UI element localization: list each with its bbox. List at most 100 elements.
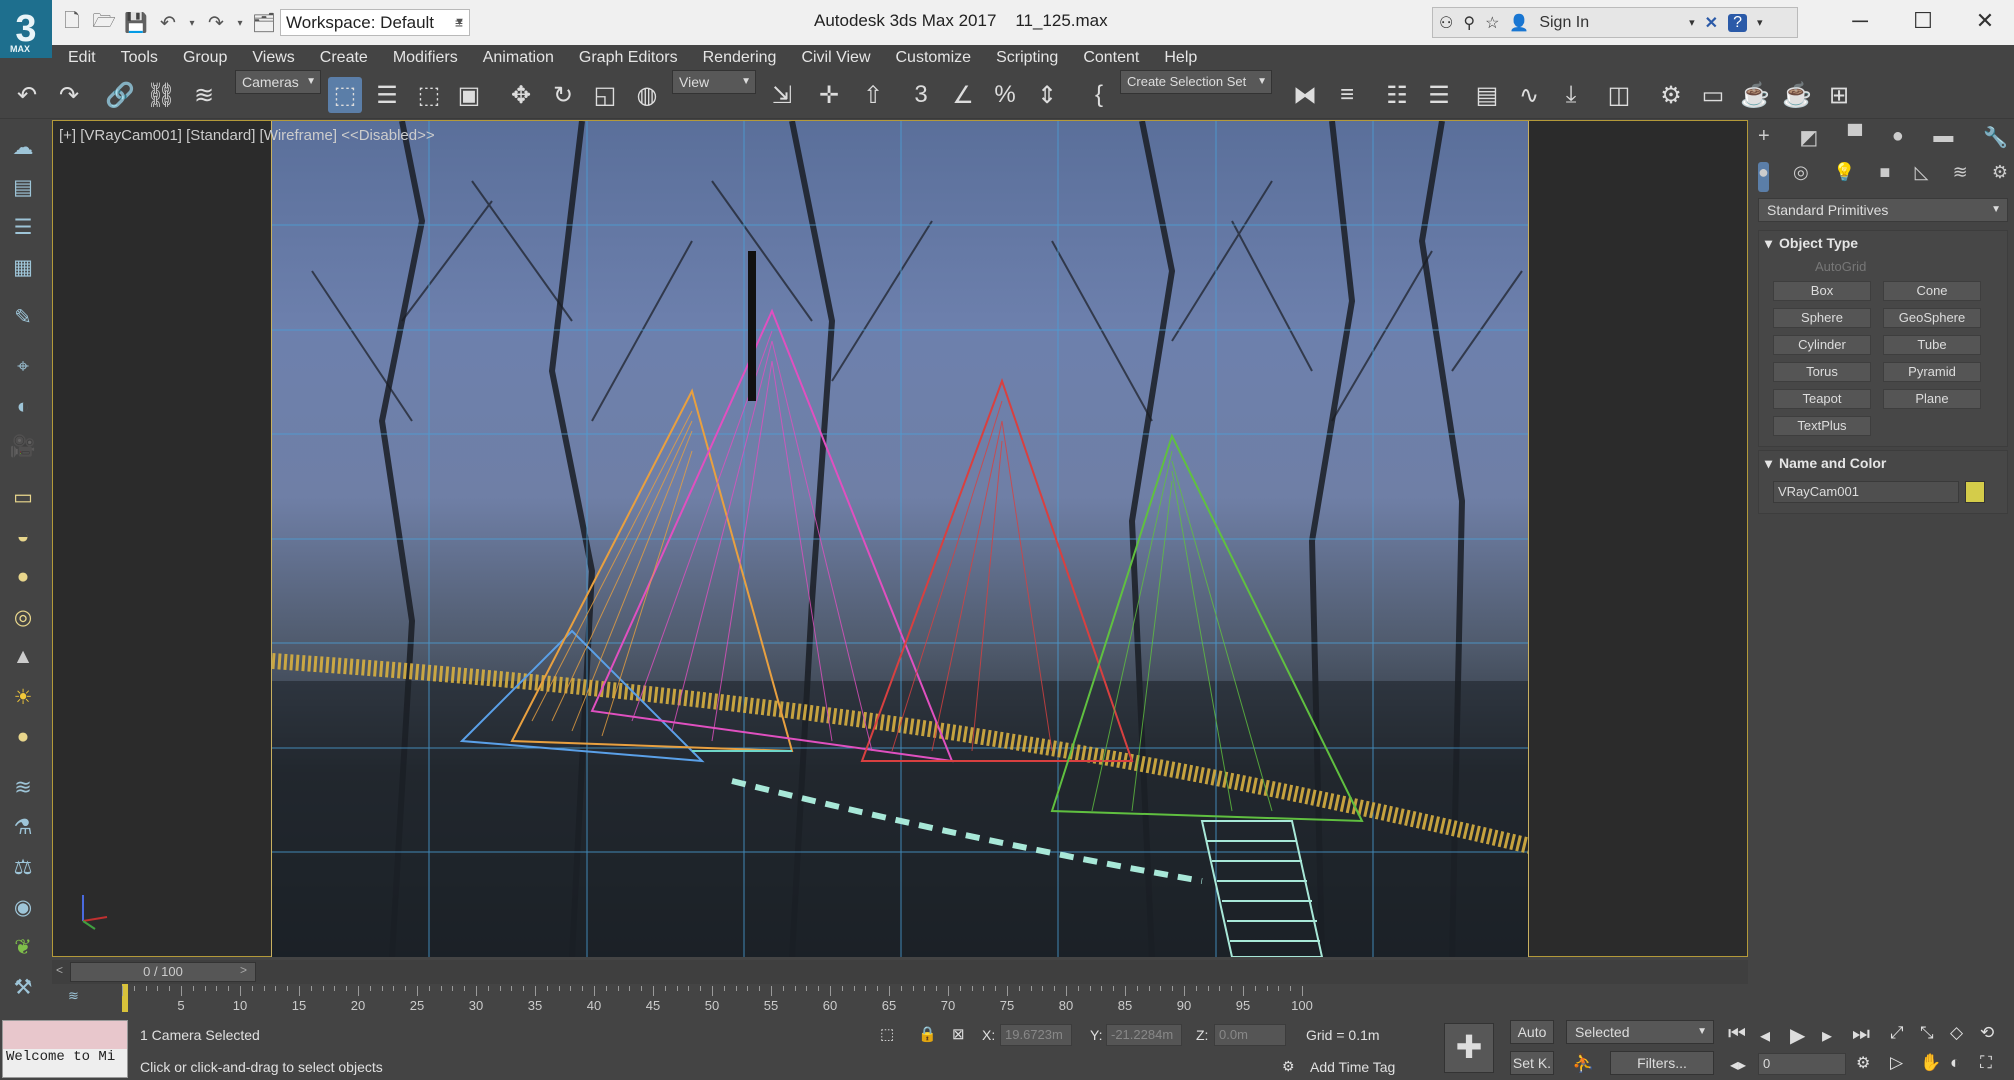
reference-coord-dropdown[interactable]: View ▼: [672, 70, 756, 94]
menu-rendering[interactable]: Rendering: [703, 49, 777, 67]
create-tab-icon[interactable]: +: [1758, 125, 1770, 155]
maxscript-listener[interactable]: Welcome to Mi: [2, 1020, 128, 1078]
next-frame-icon[interactable]: >: [240, 963, 247, 977]
helpers-icon[interactable]: ◺: [1915, 162, 1929, 192]
add-time-tag[interactable]: Add Time Tag: [1310, 1059, 1395, 1075]
scene-explorer-icon[interactable]: ☁: [8, 132, 38, 162]
menu-animation[interactable]: Animation: [483, 49, 554, 67]
zoom-all-icon[interactable]: ⤡: [1920, 1023, 1934, 1043]
key-mode-dropdown[interactable]: Selected ▼: [1566, 1020, 1714, 1044]
communication-icon[interactable]: ⚲: [1463, 13, 1475, 33]
absolute-mode-icon[interactable]: ⊠: [952, 1025, 965, 1043]
exchange-apps-icon[interactable]: ✕: [1705, 13, 1718, 33]
render-production-icon[interactable]: ☕: [1738, 77, 1772, 113]
placement-icon[interactable]: ◍: [630, 77, 664, 113]
teapot-button[interactable]: Teapot: [1773, 389, 1871, 409]
material-editor-icon[interactable]: ◫: [1602, 77, 1636, 113]
lights-icon[interactable]: 💡: [1833, 162, 1855, 192]
render-activeshade-icon[interactable]: ☕: [1780, 77, 1814, 113]
display-tab-icon[interactable]: ▬: [1933, 125, 1953, 155]
align-icon[interactable]: ≡: [1330, 77, 1364, 113]
close-button[interactable]: ✕: [1955, 2, 2014, 40]
autogrid-checkbox[interactable]: AutoGrid: [1759, 255, 2007, 279]
zoom-extents-icon[interactable]: ⤢: [1890, 1023, 1904, 1043]
previous-key-icon[interactable]: ◂: [1760, 1023, 1770, 1048]
current-frame-field[interactable]: 0: [1758, 1053, 1846, 1075]
redo-icon[interactable]: ↷: [202, 9, 230, 37]
utilities-tab-icon[interactable]: 🔧: [1983, 125, 2008, 155]
open-file-icon[interactable]: 🗁: [90, 9, 118, 37]
previous-frame-icon[interactable]: <: [56, 963, 63, 977]
maxscript-mini-input[interactable]: [3, 1021, 127, 1049]
window-crossing-icon[interactable]: ▣: [452, 77, 486, 113]
menu-group[interactable]: Group: [183, 49, 227, 67]
rotate-icon[interactable]: ↻: [546, 77, 580, 113]
undo-dropdown-icon[interactable]: ▾: [186, 9, 198, 37]
isolate-icon[interactable]: ⬚: [880, 1025, 894, 1043]
percent-snap-icon[interactable]: %: [988, 77, 1022, 113]
menu-create[interactable]: Create: [320, 49, 368, 67]
render-icon[interactable]: ▤: [8, 172, 38, 202]
fov-icon[interactable]: ◇: [1950, 1023, 1963, 1043]
y-coordinate-field[interactable]: -21.2284m: [1106, 1024, 1182, 1046]
viewport-label[interactable]: [+] [VRayCam001] [Standard] [Wireframe] …: [59, 127, 435, 144]
menu-scripting[interactable]: Scripting: [996, 49, 1058, 67]
hierarchy-tab-icon[interactable]: ▀: [1848, 125, 1862, 155]
menu-modifiers[interactable]: Modifiers: [393, 49, 458, 67]
geosphere-button[interactable]: GeoSphere: [1883, 308, 1981, 328]
modify-tab-icon[interactable]: ◩: [1799, 125, 1818, 155]
track-bar[interactable]: ≋ 5 10 15 20 25 30 35 40 45 50 55 60 65 70 75 80 85 90 95 1…: [52, 984, 1748, 1014]
edit-named-selection-icon[interactable]: {: [1082, 77, 1116, 113]
time-slider[interactable]: 0 / 100: [70, 962, 256, 982]
shapes-icon[interactable]: ◎: [1793, 162, 1809, 192]
sphere-icon[interactable]: ●: [8, 562, 38, 592]
new-file-icon[interactable]: 🗋: [58, 9, 86, 37]
scale-icon[interactable]: ◱: [588, 77, 622, 113]
torus-button[interactable]: Torus: [1773, 362, 1871, 382]
next-key-icon[interactable]: ▸: [1822, 1023, 1832, 1048]
play-icon[interactable]: ▶: [1790, 1023, 1805, 1048]
dolly-icon[interactable]: ◐: [1950, 1053, 1960, 1073]
spinner-snap-icon[interactable]: ⇕: [1030, 77, 1064, 113]
extras-icon[interactable]: ⚒: [8, 972, 38, 1002]
save-file-icon[interactable]: 💾: [122, 9, 150, 37]
camera-icon[interactable]: ⌖: [8, 352, 38, 382]
help-dropdown-icon[interactable]: ▾: [1757, 16, 1763, 29]
light-icon[interactable]: ◐: [8, 392, 38, 422]
tube-button[interactable]: Tube: [1883, 335, 1981, 355]
chevron-down-icon[interactable]: ▾: [1689, 16, 1695, 29]
undo-icon[interactable]: ↶: [154, 9, 182, 37]
orbit-icon[interactable]: ⟲: [1980, 1023, 1994, 1043]
go-to-end-icon[interactable]: ⏭: [1852, 1023, 1870, 1046]
hair-icon[interactable]: ≋: [8, 772, 38, 802]
minimize-button[interactable]: ─: [1830, 2, 1890, 40]
workspace-menu-icon[interactable]: ≡: [448, 9, 470, 36]
motion-tab-icon[interactable]: ●: [1892, 125, 1904, 155]
sun-icon[interactable]: ☀: [8, 682, 38, 712]
key-filters-icon[interactable]: ⛹: [1572, 1053, 1594, 1074]
z-coordinate-field[interactable]: 0.0m: [1214, 1024, 1286, 1046]
layer-explorer-icon[interactable]: ☰: [1422, 77, 1456, 113]
move-icon[interactable]: ✥: [504, 77, 538, 113]
menu-content[interactable]: Content: [1083, 49, 1139, 67]
menu-civil-view[interactable]: Civil View: [801, 49, 870, 67]
list-icon[interactable]: ☰: [8, 212, 38, 242]
auto-key-button[interactable]: Auto: [1510, 1020, 1554, 1044]
menu-edit[interactable]: Edit: [68, 49, 96, 67]
pyramid-button[interactable]: Pyramid: [1883, 362, 1981, 382]
menu-graph-editors[interactable]: Graph Editors: [579, 49, 678, 67]
workspace-dropdown[interactable]: Workspace: Default ▼: [280, 9, 470, 36]
cylinder-button[interactable]: Cylinder: [1773, 335, 1871, 355]
help-icon[interactable]: ?: [1728, 13, 1747, 32]
pivot-icon[interactable]: ⇧: [856, 77, 890, 113]
cone-button[interactable]: Cone: [1883, 281, 1981, 301]
primitive-type-dropdown[interactable]: Standard Primitives ▼: [1758, 198, 2008, 222]
object-name-field[interactable]: VRayCam001: [1773, 481, 1959, 503]
video-icon[interactable]: 🎥: [8, 432, 38, 462]
table-icon[interactable]: ▦: [8, 252, 38, 282]
named-selection-dropdown[interactable]: Create Selection Set ▼: [1120, 70, 1272, 94]
cameras-icon[interactable]: ■: [1880, 162, 1891, 192]
space-warps-icon[interactable]: ≋: [1953, 162, 1968, 192]
menu-views[interactable]: Views: [252, 49, 294, 67]
bone-icon[interactable]: ⚖: [8, 852, 38, 882]
